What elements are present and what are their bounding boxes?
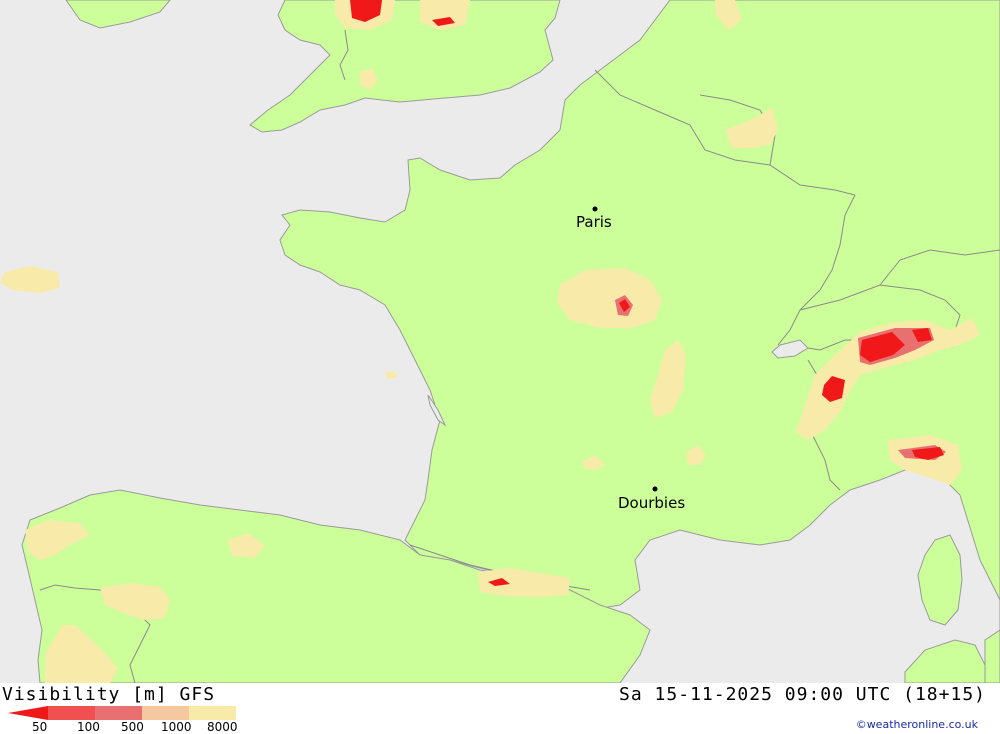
legend-label-8000: 8000 [207,720,238,734]
legend-label-50: 50 [32,720,48,734]
forecast-datetime: Sa 15-11-2025 09:00 UTC (18+15) [619,684,986,705]
city-paris-marker [592,206,598,212]
map-title: Visibility [m] GFS [2,684,216,705]
legend-swatch-100 [48,706,95,720]
legend-bar [8,706,236,720]
legend-swatch-500 [95,706,142,720]
legend-label-100: 100 [77,720,100,734]
legend-label-1000: 1000 [161,720,192,734]
credit-link[interactable]: ©weatheronline.co.uk [856,718,978,731]
legend-swatch-8000 [189,706,236,720]
city-dourbies-marker [652,486,658,492]
legend-swatch-1000 [142,706,189,720]
visibility-map: Paris Dourbies [0,0,1000,683]
map-footer: Visibility [m] GFS Sa 15-11-2025 09:00 U… [0,683,1000,734]
legend-label-500: 500 [121,720,144,734]
city-dourbies-label: Dourbies [618,494,685,512]
city-paris-label: Paris [576,213,612,231]
legend-arrow [8,706,48,720]
